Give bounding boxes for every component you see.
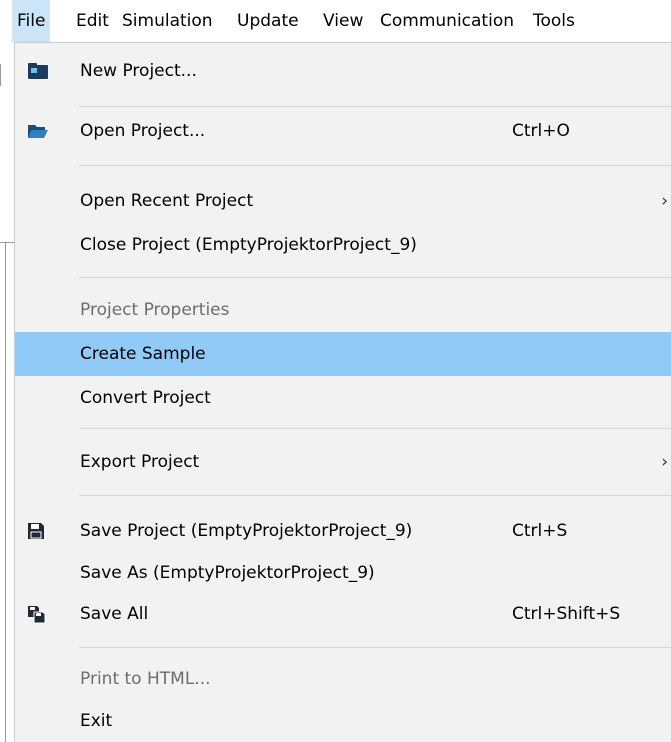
background-window-edge (5, 242, 6, 742)
menu-bar: File Edit Simulation Update View Communi… (0, 0, 671, 42)
menu-view[interactable]: View (323, 0, 363, 42)
menu-item-label: Close Project (EmptyProjektorProject_9) (80, 235, 417, 255)
file-menu-dropdown: New Project... Open Project... Ctrl+O Op… (14, 42, 671, 742)
menu-item-label: Create Sample (80, 344, 206, 364)
menu-separator (79, 165, 671, 166)
menu-item-label: Exit (80, 711, 113, 731)
menu-tools[interactable]: Tools (533, 0, 575, 42)
shortcut-label: Ctrl+S (512, 521, 568, 541)
shortcut-label: Ctrl+Shift+S (512, 604, 621, 624)
submenu-arrow-icon: › (661, 452, 668, 472)
menu-item-label: Save As (EmptyProjektorProject_9) (80, 563, 375, 583)
menu-item-save-project[interactable]: Save Project (EmptyProjektorProject_9) C… (15, 509, 671, 553)
menu-edit[interactable]: Edit (76, 0, 109, 42)
menu-item-close-project[interactable]: Close Project (EmptyProjektorProject_9) (15, 223, 671, 267)
menu-separator (79, 495, 671, 496)
menu-item-save-all[interactable]: Save All Ctrl+Shift+S (15, 592, 671, 636)
menu-item-project-properties: Project Properties (15, 288, 671, 332)
background-window-edge (0, 64, 1, 86)
menu-item-save-as[interactable]: Save As (EmptyProjektorProject_9) (15, 551, 671, 595)
menu-separator (79, 106, 671, 107)
menu-item-label: Export Project (80, 452, 200, 472)
application-window: File Edit Simulation Update View Communi… (0, 0, 671, 742)
menu-item-label: Open Recent Project (80, 191, 254, 211)
menu-item-export-project[interactable]: Export Project › (15, 440, 671, 484)
new-project-icon (27, 62, 48, 80)
menu-item-label: Convert Project (80, 388, 211, 408)
menu-communication[interactable]: Communication (380, 0, 514, 42)
menu-item-open-recent-project[interactable]: Open Recent Project › (15, 179, 671, 223)
menu-item-convert-project[interactable]: Convert Project (15, 376, 671, 420)
menu-item-label: Open Project... (80, 121, 206, 141)
menu-file[interactable]: File (12, 0, 51, 42)
shortcut-label: Ctrl+O (512, 121, 570, 141)
menu-item-create-sample[interactable]: Create Sample (15, 332, 671, 376)
menu-item-print-to-html: Print to HTML... (15, 657, 671, 701)
menu-item-new-project[interactable]: New Project... (15, 49, 671, 93)
menu-item-label: Print to HTML... (80, 669, 211, 689)
menu-update[interactable]: Update (237, 0, 299, 42)
floppy-disk-icon (27, 522, 45, 540)
background-window-edge (0, 242, 14, 243)
submenu-arrow-icon: › (661, 191, 668, 211)
menu-separator (79, 647, 671, 648)
menu-separator (79, 277, 671, 278)
menu-item-label: Save All (80, 604, 149, 624)
folder-open-icon (27, 122, 48, 140)
menu-item-label: New Project... (80, 61, 197, 81)
menu-item-exit[interactable]: Exit (15, 699, 671, 742)
menu-item-label: Project Properties (80, 300, 230, 320)
menu-item-open-project[interactable]: Open Project... Ctrl+O (15, 109, 671, 153)
menu-item-label: Save Project (EmptyProjektorProject_9) (80, 521, 413, 541)
save-all-icon (27, 605, 46, 624)
menu-simulation[interactable]: Simulation (122, 0, 213, 42)
menu-separator (79, 428, 671, 429)
